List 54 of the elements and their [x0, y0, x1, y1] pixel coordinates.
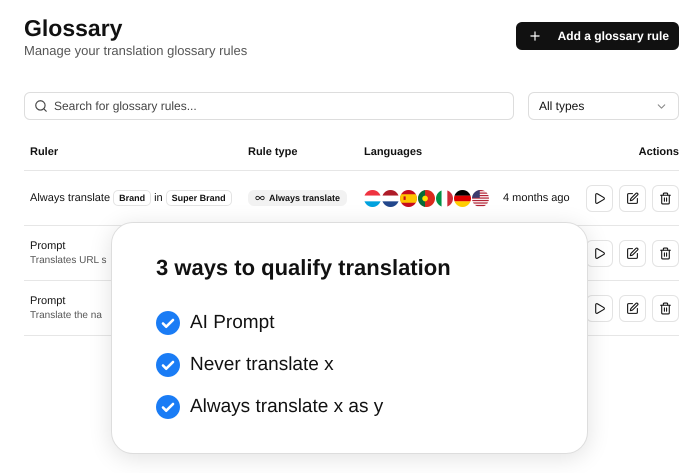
- trash-icon: [659, 246, 672, 260]
- ruler-text: in: [154, 192, 163, 204]
- feature-text: Never translate x: [190, 354, 334, 376]
- edit-icon: [626, 302, 639, 314]
- edit-button[interactable]: [619, 184, 646, 212]
- trash-icon: [659, 192, 672, 204]
- rule-title: Prompt: [30, 240, 66, 252]
- flag-icon: [436, 190, 453, 206]
- flag-icon: [382, 190, 399, 206]
- card-title: 3 ways to qualify translation: [156, 255, 452, 281]
- column-header: Rule type: [248, 146, 298, 158]
- flag-icon: [400, 190, 417, 206]
- play-icon: [593, 192, 606, 204]
- column-header: Actions: [638, 146, 679, 158]
- edit-button[interactable]: [619, 294, 646, 322]
- rule-description: Translate the na: [30, 310, 102, 321]
- column-header: Languages: [364, 146, 422, 158]
- check-icon: [156, 395, 180, 419]
- delete-button[interactable]: [652, 294, 679, 322]
- flag-icon: [454, 190, 471, 206]
- rule-type-badge: Always translate: [248, 190, 348, 206]
- rule-description: Translates URL s: [30, 255, 107, 266]
- play-icon: [593, 246, 606, 260]
- add-rule-button[interactable]: Add a glossary rule: [516, 22, 679, 50]
- edit-icon: [626, 192, 639, 204]
- play-button[interactable]: [586, 240, 613, 266]
- search-field[interactable]: Search for glossary rules...: [24, 92, 514, 120]
- check-icon: [156, 311, 180, 335]
- check-icon: [156, 353, 180, 377]
- type-filter-dropdown[interactable]: All types: [528, 92, 679, 120]
- flag-icon: [472, 190, 489, 206]
- page-title: Glossary: [24, 14, 124, 42]
- infinity-icon: [255, 193, 265, 203]
- rule-title: Prompt: [30, 295, 66, 307]
- feature-text: AI Prompt: [190, 312, 274, 334]
- edit-icon: [626, 246, 639, 260]
- flag-icon: [418, 190, 435, 206]
- play-button[interactable]: [586, 294, 613, 322]
- plus-icon: [528, 29, 542, 43]
- updated-time: 4 months ago: [503, 192, 570, 204]
- edit-button[interactable]: [619, 240, 646, 266]
- term-tag: Brand: [113, 190, 152, 206]
- trash-icon: [659, 302, 672, 314]
- play-button[interactable]: [586, 184, 613, 212]
- page-subtitle: Manage your translation glossary rules: [24, 43, 248, 58]
- flag-icon: [364, 190, 381, 206]
- term-tag: Super Brand: [166, 190, 232, 206]
- column-header: Ruler: [30, 146, 58, 158]
- ruler-text: Always translate: [30, 192, 110, 204]
- delete-button[interactable]: [652, 240, 679, 266]
- delete-button[interactable]: [652, 184, 679, 212]
- feature-text: Always translate x as y: [190, 396, 384, 418]
- search-icon: [34, 99, 48, 113]
- play-icon: [593, 302, 606, 314]
